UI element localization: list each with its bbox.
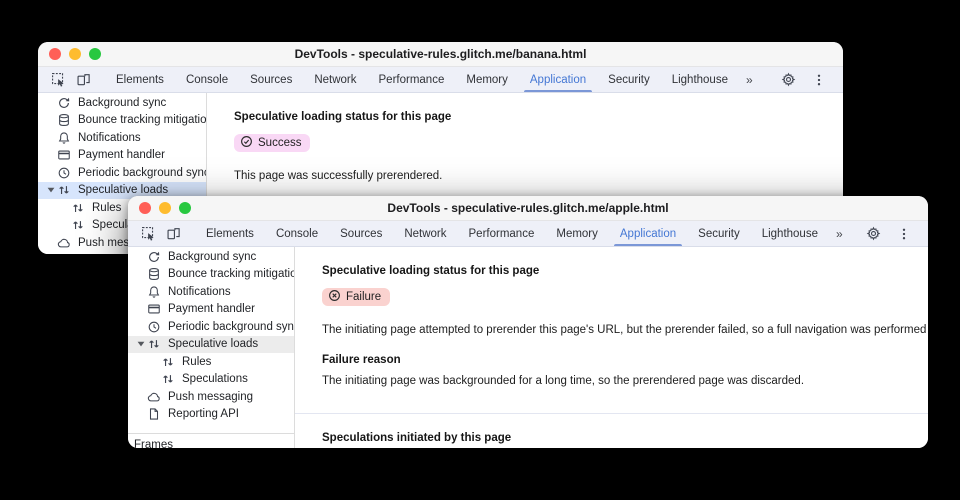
database-icon	[56, 112, 72, 128]
payment-card-icon	[56, 147, 72, 163]
speculative-loads-report: Speculative loading status for this page…	[295, 247, 928, 448]
settings-gear-icon[interactable]	[778, 70, 798, 90]
tab-sources[interactable]: Sources	[239, 67, 303, 92]
up-down-arrows-icon	[56, 182, 72, 198]
expand-triangle-icon[interactable]	[135, 340, 146, 348]
sidebar-item-rules[interactable]: Rules	[128, 353, 294, 371]
status-badge: Failure	[322, 288, 390, 306]
tab-memory[interactable]: Memory	[455, 67, 519, 92]
clock-icon	[56, 165, 72, 181]
up-down-arrows-icon	[146, 336, 162, 352]
sync-icon	[56, 95, 72, 111]
close-window-button[interactable]	[139, 202, 151, 214]
tab-application[interactable]: Application	[609, 221, 687, 246]
database-icon	[146, 266, 162, 282]
kebab-menu-icon[interactable]	[809, 70, 829, 90]
zoom-window-button[interactable]	[89, 48, 101, 60]
devtools-tab-strip: Elements Console Sources Network Perform…	[38, 67, 843, 93]
inspect-element-icon[interactable]	[48, 70, 68, 90]
document-icon	[146, 406, 162, 422]
up-down-arrows-icon	[70, 217, 86, 233]
sidebar-item-push-messaging[interactable]: Push messaging	[128, 388, 294, 406]
clock-icon	[146, 319, 162, 335]
bell-icon	[56, 130, 72, 146]
tab-lighthouse[interactable]: Lighthouse	[751, 221, 829, 246]
window-title: DevTools - speculative-rules.glitch.me/b…	[38, 47, 843, 61]
sidebar-item-notifications[interactable]: Notifications	[128, 283, 294, 301]
tab-console[interactable]: Console	[265, 221, 329, 246]
bell-icon	[146, 284, 162, 300]
sidebar-item-payment-handler[interactable]: Payment handler	[38, 147, 206, 165]
close-window-button[interactable]	[49, 48, 61, 60]
tab-elements[interactable]: Elements	[105, 67, 175, 92]
sidebar-item-periodic-background-sync[interactable]: Periodic background sync	[38, 164, 206, 182]
traffic-lights	[128, 202, 191, 214]
settings-gear-icon[interactable]	[863, 224, 883, 244]
section-divider	[295, 413, 928, 414]
status-heading: Speculative loading status for this page	[234, 109, 843, 125]
more-tabs-button[interactable]: »	[739, 67, 760, 92]
minimize-window-button[interactable]	[159, 202, 171, 214]
titlebar: DevTools - speculative-rules.glitch.me/b…	[38, 42, 843, 67]
panel-tabs: Elements Console Sources Network Perform…	[195, 221, 850, 246]
tab-network[interactable]: Network	[303, 67, 367, 92]
sidebar-item-periodic-background-sync[interactable]: Periodic background sync	[128, 318, 294, 336]
tab-memory[interactable]: Memory	[545, 221, 609, 246]
more-tabs-button[interactable]: »	[829, 221, 850, 246]
tab-sources[interactable]: Sources	[329, 221, 393, 246]
titlebar: DevTools - speculative-rules.glitch.me/a…	[128, 196, 928, 221]
zoom-window-button[interactable]	[179, 202, 191, 214]
document-icon	[56, 252, 72, 254]
sidebar-item-speculations[interactable]: Speculations	[128, 371, 294, 389]
device-toolbar-icon[interactable]	[73, 70, 93, 90]
sidebar-item-bounce-tracking-mitigations[interactable]: Bounce tracking mitigations	[38, 112, 206, 130]
sidebar-item-speculative-loads[interactable]: Speculative loads	[128, 336, 294, 354]
tab-network[interactable]: Network	[393, 221, 457, 246]
tab-performance[interactable]: Performance	[458, 221, 546, 246]
speculations-heading: Speculations initiated by this page	[322, 430, 928, 446]
failure-reason-heading: Failure reason	[322, 352, 928, 368]
payment-card-icon	[146, 301, 162, 317]
sidebar-item-background-sync[interactable]: Background sync	[38, 94, 206, 112]
sidebar-item-background-sync[interactable]: Background sync	[128, 248, 294, 266]
sidebar-item-bounce-tracking-mitigations[interactable]: Bounce tracking mitigations	[128, 266, 294, 284]
check-circle-icon	[240, 135, 253, 151]
minimize-window-button[interactable]	[69, 48, 81, 60]
status-badge-label: Failure	[346, 291, 381, 303]
device-toolbar-icon[interactable]	[163, 224, 183, 244]
sidebar-item-notifications[interactable]: Notifications	[38, 129, 206, 147]
sidebar-item-reporting-api[interactable]: Reporting API	[128, 406, 294, 424]
tab-application[interactable]: Application	[519, 67, 597, 92]
status-badge: Success	[234, 134, 310, 152]
cloud-icon	[56, 235, 72, 251]
application-panel-sidebar: Background sync Bounce tracking mitigati…	[128, 247, 295, 448]
sync-icon	[146, 249, 162, 265]
up-down-arrows-icon	[160, 371, 176, 387]
tab-lighthouse[interactable]: Lighthouse	[661, 67, 739, 92]
status-detail-text: The initiating page attempted to prerend…	[322, 322, 928, 338]
tab-performance[interactable]: Performance	[368, 67, 456, 92]
failure-reason-text: The initiating page was backgrounded for…	[322, 373, 928, 389]
status-heading: Speculative loading status for this page	[322, 263, 928, 279]
cross-circle-icon	[328, 289, 341, 305]
cloud-icon	[146, 389, 162, 405]
up-down-arrows-icon	[160, 354, 176, 370]
devtools-window-apple: DevTools - speculative-rules.glitch.me/a…	[128, 196, 928, 448]
expand-triangle-icon[interactable]	[45, 186, 56, 194]
devtools-tab-strip: Elements Console Sources Network Perform…	[128, 221, 928, 247]
tab-console[interactable]: Console	[175, 67, 239, 92]
tab-security[interactable]: Security	[687, 221, 751, 246]
tab-elements[interactable]: Elements	[195, 221, 265, 246]
panel-tabs: Elements Console Sources Network Perform…	[105, 67, 760, 92]
window-title: DevTools - speculative-rules.glitch.me/a…	[128, 201, 928, 215]
status-detail-text: This page was successfully prerendered.	[234, 168, 843, 184]
tab-security[interactable]: Security	[597, 67, 661, 92]
sidebar-item-frames[interactable]: Frames	[128, 434, 294, 448]
kebab-menu-icon[interactable]	[894, 224, 914, 244]
inspect-element-icon[interactable]	[138, 224, 158, 244]
traffic-lights	[38, 48, 101, 60]
up-down-arrows-icon	[70, 200, 86, 216]
status-badge-label: Success	[258, 137, 301, 149]
sidebar-item-payment-handler[interactable]: Payment handler	[128, 301, 294, 319]
